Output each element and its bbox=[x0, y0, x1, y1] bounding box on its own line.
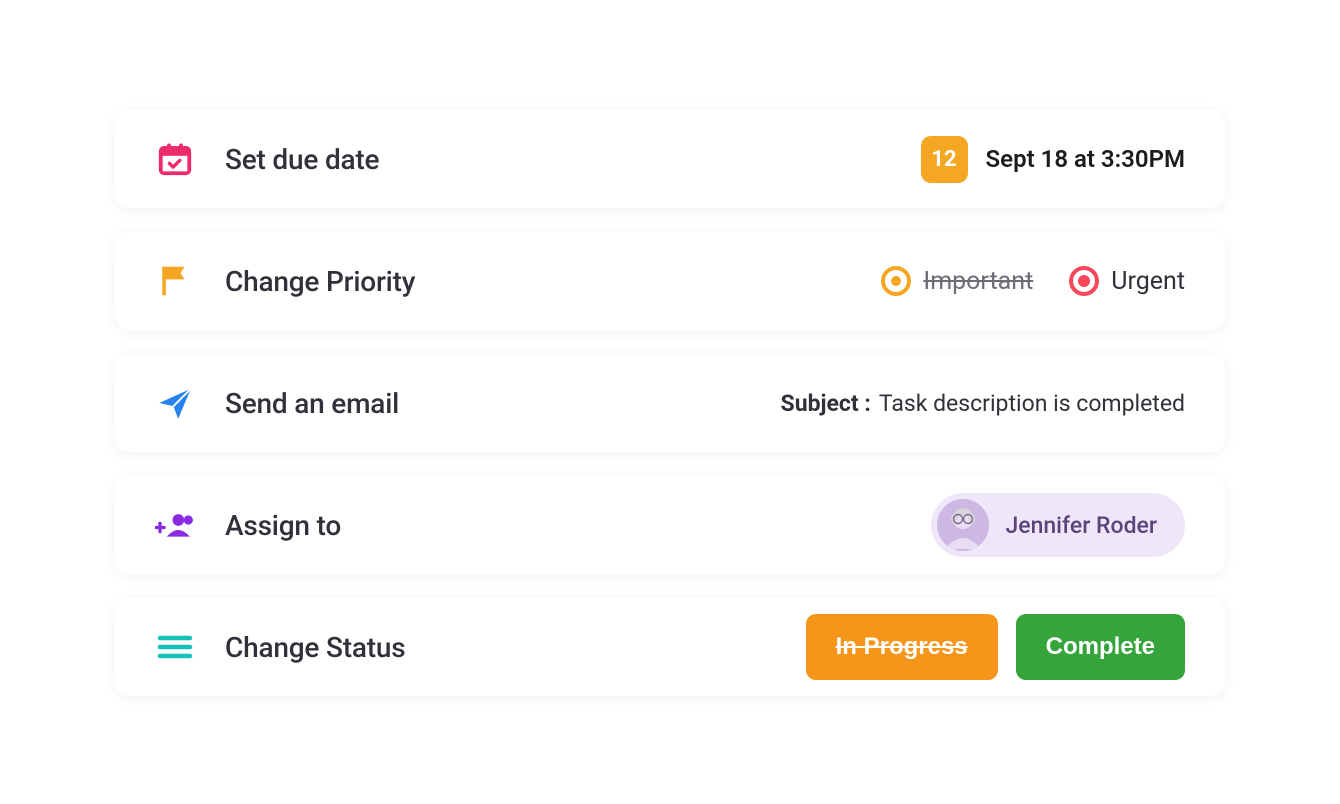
assign-to-row[interactable]: Assign to Jennifer Roder bbox=[115, 476, 1225, 574]
status-button-complete[interactable]: Complete bbox=[1016, 614, 1185, 680]
priority-label: Urgent bbox=[1111, 267, 1185, 296]
menu-lines-icon bbox=[155, 627, 195, 667]
priority-option-urgent[interactable]: Urgent bbox=[1069, 266, 1185, 296]
radio-icon bbox=[881, 266, 911, 296]
priority-option-important[interactable]: Important bbox=[881, 266, 1033, 296]
row-left: Set due date bbox=[155, 139, 379, 179]
send-icon bbox=[155, 383, 195, 423]
row-title: Set due date bbox=[225, 143, 379, 176]
row-title: Change Status bbox=[225, 631, 405, 664]
set-due-date-row[interactable]: Set due date 12 Sept 18 at 3:30PM bbox=[115, 110, 1225, 208]
calendar-check-icon bbox=[155, 139, 195, 179]
change-priority-row[interactable]: Change Priority Important Urgent bbox=[115, 232, 1225, 330]
assignee-name: Jennifer Roder bbox=[1005, 512, 1157, 539]
add-users-icon bbox=[155, 505, 195, 545]
row-left: Change Priority bbox=[155, 261, 415, 301]
due-date-text: Sept 18 at 3:30PM bbox=[986, 145, 1185, 173]
status-buttons: In Progress Complete bbox=[806, 614, 1185, 680]
row-left: Assign to bbox=[155, 505, 341, 545]
radio-icon bbox=[1069, 266, 1099, 296]
subject-label: Subject : bbox=[781, 390, 871, 417]
email-subject: Subject : Task description is completed bbox=[781, 390, 1185, 417]
flag-icon bbox=[155, 261, 195, 301]
assignee-chip[interactable]: Jennifer Roder bbox=[931, 493, 1185, 557]
priority-options: Important Urgent bbox=[863, 266, 1185, 296]
send-email-row[interactable]: Send an email Subject : Task description… bbox=[115, 354, 1225, 452]
row-left: Send an email bbox=[155, 383, 399, 423]
subject-text: Task description is completed bbox=[879, 390, 1185, 417]
row-title: Assign to bbox=[225, 509, 341, 542]
change-status-row[interactable]: Change Status In Progress Complete bbox=[115, 598, 1225, 696]
avatar bbox=[937, 499, 989, 551]
row-title: Send an email bbox=[225, 387, 399, 420]
assignee-value[interactable]: Jennifer Roder bbox=[931, 493, 1185, 557]
status-button-in-progress[interactable]: In Progress bbox=[806, 614, 998, 680]
date-badge: 12 bbox=[921, 136, 968, 183]
priority-label: Important bbox=[923, 267, 1033, 296]
row-title: Change Priority bbox=[225, 265, 415, 298]
task-actions-panel: Set due date 12 Sept 18 at 3:30PM Change… bbox=[0, 0, 1340, 696]
due-date-value[interactable]: 12 Sept 18 at 3:30PM bbox=[921, 136, 1185, 183]
row-left: Change Status bbox=[155, 627, 405, 667]
